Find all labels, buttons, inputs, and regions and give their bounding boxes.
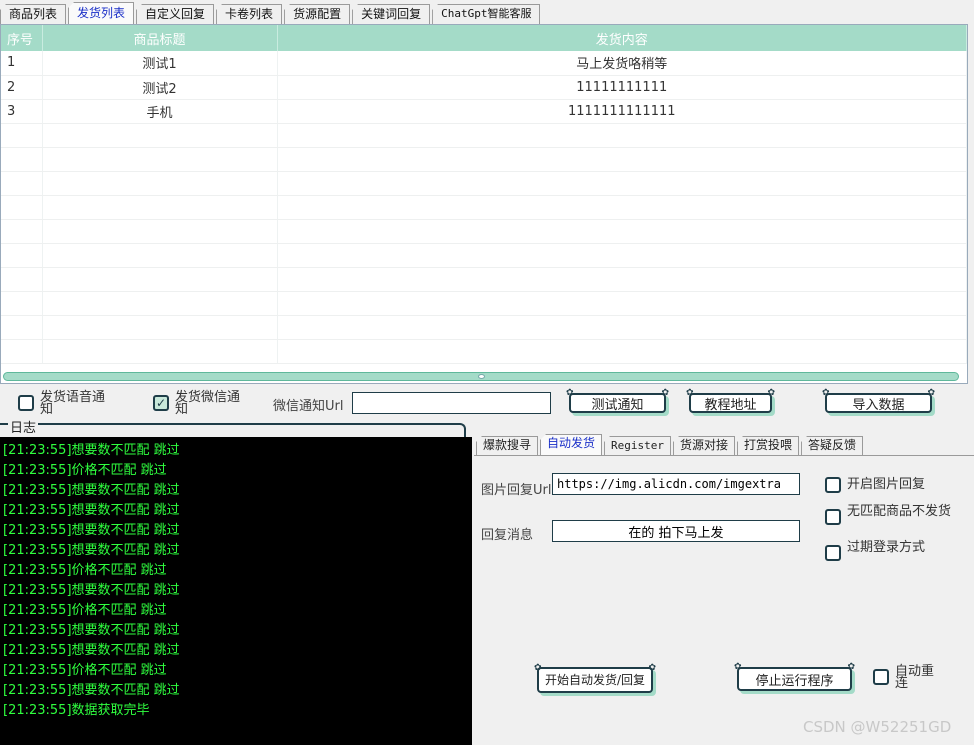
cell-title: 测试1 (42, 51, 278, 76)
log-line: [21:23:55]价格不匹配 跳过 (3, 463, 167, 478)
start-auto-ship-button[interactable]: 开始自动发货/回复 (534, 662, 656, 693)
enable-image-reply-label: 开启图片回复 (847, 477, 926, 492)
watermark: CSDN @W52251GD (803, 718, 952, 736)
empty-row (1, 147, 967, 172)
table-row[interactable]: 3 手机 1111111111111 (1, 99, 967, 124)
log-line: [21:23:55]想要数不匹配 跳过 (3, 683, 180, 698)
sms-notify-option[interactable]: 发货语音通知 (18, 390, 116, 417)
log-line: [21:23:55]想要数不匹配 跳过 (3, 623, 180, 638)
empty-row (1, 219, 967, 244)
shipping-grid[interactable]: 序号 商品标题 发货内容 1 测试1 马上发货咯稍等 2 测试2 1111111… (0, 24, 968, 384)
log-line: [21:23:55]想要数不匹配 跳过 (3, 443, 180, 458)
enable-image-reply-option[interactable]: 开启图片回复 (825, 474, 947, 493)
sms-notify-checkbox[interactable] (18, 395, 34, 411)
empty-row (1, 123, 967, 148)
tab-donate[interactable]: 打赏投喂 (737, 436, 800, 455)
expired-login-option[interactable]: 过期登录方式 (825, 540, 947, 561)
cell-title: 测试2 (42, 75, 278, 100)
cell-content: 马上发货咯稍等 (277, 51, 967, 76)
table-row[interactable]: 1 测试1 马上发货咯稍等 (1, 51, 967, 76)
grid-header-title[interactable]: 商品标题 (42, 25, 278, 51)
wechat-url-label: 微信通知Url (273, 399, 344, 414)
reply-message-input[interactable] (552, 520, 800, 542)
expired-login-label: 过期登录方式 (847, 540, 926, 555)
empty-row (1, 171, 967, 196)
import-data-button[interactable]: 导入数据 (822, 388, 935, 413)
empty-row (1, 291, 967, 316)
auto-reconnect-label: 自动重连 (895, 664, 935, 691)
wechat-notify-option[interactable]: ✓ 发货微信通知 (153, 390, 251, 417)
log-line: [21:23:55]价格不匹配 跳过 (3, 563, 167, 578)
log-line: [21:23:55]想要数不匹配 跳过 (3, 583, 180, 598)
test-notify-button[interactable]: 测试通知 (566, 388, 669, 413)
log-line: [21:23:55]价格不匹配 跳过 (3, 603, 167, 618)
tutorial-button[interactable]: 教程地址 (686, 388, 775, 413)
empty-row (1, 339, 967, 364)
no-match-option[interactable]: 无匹配商品不发货 (825, 504, 955, 525)
log-line: [21:23:55]想要数不匹配 跳过 (3, 643, 180, 658)
log-line: [21:23:55]价格不匹配 跳过 (3, 663, 167, 678)
empty-row (1, 315, 967, 340)
auto-ship-panel: 图片回复Url 回复消息 开启图片回复 无匹配商品不发货 过期登录方式 开始自动… (474, 455, 974, 745)
log-line: [21:23:55]数据获取完毕 (3, 703, 150, 718)
no-match-label: 无匹配商品不发货 (847, 504, 952, 519)
right-tab-bar: 爆款搜寻 自动发货 Register 货源对接 打赏投喂 答疑反馈 (476, 433, 865, 455)
auto-reconnect-checkbox[interactable] (873, 669, 889, 685)
wechat-url-input[interactable] (352, 392, 551, 414)
sms-notify-label: 发货语音通知 (40, 390, 106, 417)
log-line: [21:23:55]想要数不匹配 跳过 (3, 543, 180, 558)
auto-reconnect-option[interactable]: 自动重连 (873, 664, 941, 691)
image-url-label: 图片回复Url (481, 483, 552, 498)
tab-product-list[interactable]: 商品列表 (0, 4, 67, 24)
wechat-notify-label: 发货微信通知 (175, 390, 241, 417)
no-match-checkbox[interactable] (825, 509, 841, 525)
tab-hot-search[interactable]: 爆款搜寻 (476, 436, 539, 455)
cell-index: 1 (1, 51, 43, 76)
empty-row (1, 195, 967, 220)
cell-title: 手机 (42, 99, 278, 124)
stop-program-button[interactable]: 停止运行程序 (734, 662, 855, 691)
cell-index: 2 (1, 75, 43, 100)
tab-keyword-reply[interactable]: 关键词回复 (352, 4, 431, 24)
tab-feedback[interactable]: 答疑反馈 (801, 436, 864, 455)
tab-card-list[interactable]: 卡卷列表 (216, 4, 283, 24)
expired-login-checkbox[interactable] (825, 545, 841, 561)
checkmark-icon: ✓ (155, 396, 167, 410)
top-tab-bar: 商品列表 发货列表 自定义回复 卡卷列表 货源配置 关键词回复 ChatGpt智… (0, 0, 974, 24)
tab-supply-link[interactable]: 货源对接 (673, 436, 736, 455)
wechat-notify-checkbox[interactable]: ✓ (153, 395, 169, 411)
image-url-input[interactable] (552, 473, 800, 495)
tab-shipping-list[interactable]: 发货列表 (68, 2, 135, 24)
scrollbar-thumb[interactable] (478, 374, 485, 379)
tab-register[interactable]: Register (604, 436, 672, 455)
cell-content: 1111111111111 (277, 99, 967, 124)
cell-index: 3 (1, 99, 43, 124)
tab-supply-config[interactable]: 货源配置 (284, 4, 351, 24)
log-line: [21:23:55]想要数不匹配 跳过 (3, 503, 180, 518)
log-groupbox: 日志 (0, 417, 466, 437)
tab-auto-ship[interactable]: 自动发货 (540, 434, 603, 455)
horizontal-scrollbar[interactable] (3, 372, 959, 381)
log-title: 日志 (8, 417, 39, 436)
reply-message-label: 回复消息 (481, 528, 534, 543)
log-console[interactable]: [21:23:55]想要数不匹配 跳过 [21:23:55]价格不匹配 跳过 [… (0, 437, 472, 745)
log-line: [21:23:55]想要数不匹配 跳过 (3, 523, 180, 538)
options-bar: 发货语音通知 ✓ 发货微信通知 微信通知Url 测试通知 教程地址 导入数据 (0, 386, 974, 426)
tab-custom-reply[interactable]: 自定义回复 (136, 4, 215, 24)
log-line: [21:23:55]想要数不匹配 跳过 (3, 483, 180, 498)
tab-chatgpt-service[interactable]: ChatGpt智能客服 (432, 4, 541, 24)
grid-header-content[interactable]: 发货内容 (277, 25, 967, 51)
enable-image-reply-checkbox[interactable] (825, 477, 841, 493)
cell-content: 11111111111 (277, 75, 967, 100)
empty-row (1, 243, 967, 268)
grid-header-index[interactable]: 序号 (1, 25, 43, 51)
grid-header-row: 序号 商品标题 发货内容 (1, 25, 967, 51)
table-row[interactable]: 2 测试2 11111111111 (1, 75, 967, 100)
empty-row (1, 267, 967, 292)
